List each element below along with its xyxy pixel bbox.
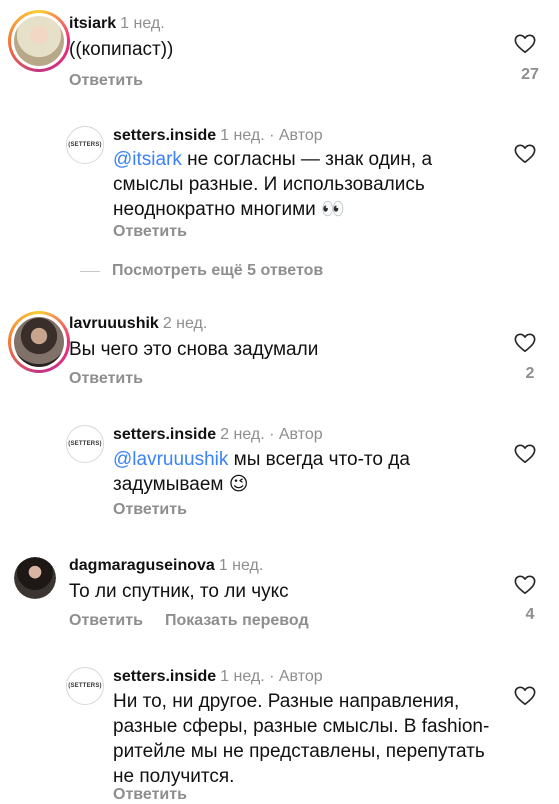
comment-actions: Ответить bbox=[113, 786, 209, 804]
heart-icon[interactable] bbox=[513, 574, 537, 596]
reply-button[interactable]: Ответить bbox=[69, 370, 143, 387]
comment-text: Вы чего это снова задумали bbox=[69, 339, 319, 360]
like-count[interactable]: 4 bbox=[515, 606, 545, 624]
avatar[interactable]: (SETTERS) bbox=[66, 425, 104, 463]
avatar[interactable]: (SETTERS) bbox=[66, 126, 104, 164]
mention-link[interactable]: @itsiark bbox=[113, 149, 182, 170]
avatar[interactable] bbox=[8, 10, 70, 72]
view-more-replies[interactable]: Посмотреть ещё 5 ответов bbox=[80, 262, 323, 280]
divider-line bbox=[80, 270, 100, 272]
brand-logo-text: (SETTERS) bbox=[68, 142, 102, 148]
timestamp: 1 нед. · Автор bbox=[220, 668, 323, 685]
comment-text: @itsiark не согласны — знак один, а смыс… bbox=[113, 147, 443, 222]
comment-actions: Ответить bbox=[69, 72, 165, 90]
reply-button[interactable]: Ответить bbox=[113, 223, 187, 240]
timestamp: 1 нед. bbox=[120, 15, 165, 32]
username[interactable]: itsiark bbox=[69, 15, 116, 32]
timestamp: 2 нед. bbox=[162, 315, 208, 332]
comment-text: Ни то, ни другое. Разные направления, ра… bbox=[113, 691, 490, 787]
heart-icon[interactable] bbox=[513, 143, 537, 165]
username[interactable]: setters.inside bbox=[113, 426, 216, 443]
username[interactable]: setters.inside bbox=[113, 127, 216, 144]
avatar[interactable]: (SETTERS) bbox=[66, 667, 104, 705]
reply-button[interactable]: Ответить bbox=[113, 786, 187, 803]
username[interactable]: lavruuushik bbox=[69, 315, 159, 332]
comment-meta: setters.inside 1 нед. · Автор bbox=[113, 667, 323, 687]
avatar[interactable] bbox=[14, 557, 56, 599]
like-count[interactable]: 27 bbox=[515, 66, 545, 84]
comment-meta: setters.inside 2 нед. · Автор bbox=[113, 425, 323, 445]
comment-actions: Ответить bbox=[113, 223, 209, 241]
brand-logo-text: (SETTERS) bbox=[68, 683, 102, 689]
timestamp: 2 нед. · Автор bbox=[220, 426, 323, 443]
view-more-label[interactable]: Посмотреть ещё 5 ответов bbox=[112, 262, 323, 280]
comment-actions: Ответить bbox=[69, 370, 165, 388]
heart-icon[interactable] bbox=[513, 33, 537, 55]
timestamp: 1 нед. bbox=[218, 557, 264, 574]
translate-button[interactable]: Показать перевод bbox=[165, 612, 309, 629]
reply-button[interactable]: Ответить bbox=[113, 501, 187, 518]
username[interactable]: setters.inside bbox=[113, 668, 216, 685]
timestamp: 1 нед. · Автор bbox=[220, 127, 323, 144]
reply-button[interactable]: Ответить bbox=[69, 72, 143, 89]
comment-meta: setters.inside 1 нед. · Автор bbox=[113, 126, 323, 146]
heart-icon[interactable] bbox=[513, 332, 537, 354]
avatar[interactable] bbox=[8, 311, 70, 373]
comment-text: @lavruuushik мы всегда что-то да задумыв… bbox=[113, 447, 433, 497]
comment-meta: dagmaraguseinova 1 нед. bbox=[69, 556, 263, 576]
comment-text: ((копипаст)) bbox=[69, 39, 174, 60]
like-count[interactable]: 2 bbox=[515, 365, 545, 383]
brand-logo-text: (SETTERS) bbox=[68, 441, 102, 447]
comment-meta: itsiark 1 нед. bbox=[69, 14, 165, 34]
comment-actions: Ответить bbox=[113, 501, 209, 519]
reply-button[interactable]: Ответить bbox=[69, 612, 143, 629]
comment-text: То ли спутник, то ли чукс bbox=[69, 581, 289, 602]
username[interactable]: dagmaraguseinova bbox=[69, 557, 215, 574]
heart-icon[interactable] bbox=[513, 685, 537, 707]
comment-actions: Ответить Показать перевод bbox=[69, 612, 331, 630]
comment-meta: lavruuushik 2 нед. bbox=[69, 314, 207, 334]
heart-icon[interactable] bbox=[513, 443, 537, 465]
mention-link[interactable]: @lavruuushik bbox=[113, 449, 228, 470]
